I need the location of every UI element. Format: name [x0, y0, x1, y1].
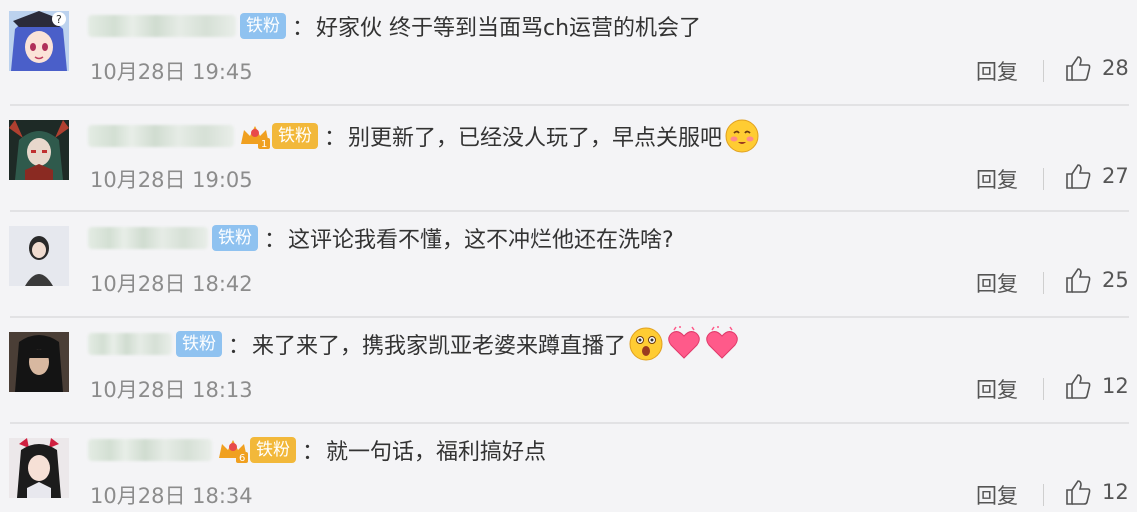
svg-text:1: 1: [261, 139, 267, 150]
avatar[interactable]: ?: [9, 11, 69, 71]
comment-text: 就一句话，福利搞好点: [326, 440, 547, 465]
colon: ：: [292, 16, 315, 41]
fan-badge[interactable]: 铁粉: [176, 331, 222, 357]
reply-button[interactable]: 回复: [976, 480, 1018, 510]
comment-time: 10月28日 18:34: [90, 484, 253, 508]
dark-hair-avatar-icon: [9, 332, 69, 392]
svg-text:?: ?: [56, 13, 62, 26]
like-count: 12: [1102, 480, 1129, 504]
comment-time: 10月28日 19:45: [90, 60, 253, 84]
comment-text: 这评论我看不懂，这不冲烂他还在洗啥?: [288, 228, 674, 253]
cosplay-avatar-icon: [9, 438, 69, 498]
avatar[interactable]: [9, 120, 69, 180]
comment-item: 6 铁粉 ： 就一句话，福利搞好点 10月28日 18:34 回复 12: [0, 424, 1137, 512]
username-blurred[interactable]: [88, 227, 208, 249]
reply-button[interactable]: 回复: [976, 56, 1018, 86]
comment-time: 10月28日 19:05: [90, 168, 253, 192]
comment-line: 6 铁粉 ： 就一句话，福利搞好点: [88, 432, 546, 468]
fan-badge[interactable]: 铁粉: [272, 123, 318, 149]
reply-button[interactable]: 回复: [976, 374, 1018, 404]
blush-face-emoji-icon: [725, 119, 759, 153]
crown-icon: 1: [241, 126, 270, 150]
comment-time: 10月28日 18:42: [90, 272, 253, 296]
avatar[interactable]: [9, 332, 69, 392]
divider: [1043, 168, 1044, 190]
like-count: 27: [1102, 164, 1129, 188]
divider: [1043, 484, 1044, 506]
comment-item: 铁粉 ： 这评论我看不懂，这不冲烂他还在洗啥? 10月28日 18:42 回复 …: [0, 212, 1137, 318]
username-blurred[interactable]: [88, 333, 172, 355]
colon: ：: [264, 228, 287, 253]
thumbs-up-icon[interactable]: [1064, 54, 1092, 82]
like-count: 12: [1102, 374, 1129, 398]
thumbs-up-icon[interactable]: [1064, 372, 1092, 400]
username-blurred[interactable]: [88, 15, 236, 37]
fan-badge[interactable]: 铁粉: [240, 13, 286, 39]
reply-button[interactable]: 回复: [976, 164, 1018, 194]
thumbs-up-icon[interactable]: [1064, 478, 1092, 506]
thumbs-up-icon[interactable]: [1064, 266, 1092, 294]
heart-emoji-icon: [706, 326, 738, 359]
comment-list: ? 铁粉 ： 好家伙 终于等到当面骂ch运营的机会了 10月28日 19:45 …: [0, 0, 1137, 512]
avatar[interactable]: [9, 438, 69, 498]
fan-badge[interactable]: 铁粉: [212, 225, 258, 251]
comment-line: 铁粉 ： 来了来了，携我家凯亚老婆来蹲直播了: [88, 326, 740, 362]
divider: [1043, 272, 1044, 294]
surprised-face-emoji-icon: [629, 327, 663, 361]
comment-line: 铁粉 ： 这评论我看不懂，这不冲烂他还在洗啥?: [88, 220, 674, 256]
comment-line: 铁粉 ： 好家伙 终于等到当面骂ch运营的机会了: [88, 8, 701, 44]
thumbs-up-icon[interactable]: [1064, 162, 1092, 190]
like-count: 25: [1102, 268, 1129, 292]
reply-button[interactable]: 回复: [976, 268, 1018, 298]
anime-girl-avatar-icon: ?: [9, 11, 69, 71]
comment-text: 来了来了，携我家凯亚老婆来蹲直播了: [252, 334, 627, 359]
comment-item: 铁粉 ： 来了来了，携我家凯亚老婆来蹲直播了 10月28日 18:13 回复 1…: [0, 318, 1137, 424]
divider: [1043, 60, 1044, 82]
username-blurred[interactable]: [88, 439, 212, 461]
svg-text:6: 6: [239, 453, 245, 464]
comment-time: 10月28日 18:13: [90, 378, 253, 402]
avatar[interactable]: [9, 226, 69, 286]
divider: [1043, 378, 1044, 400]
colon: ：: [228, 334, 251, 359]
username-blurred[interactable]: [88, 125, 234, 147]
photo-avatar-icon: [9, 226, 69, 286]
comment-line: 1 铁粉 ： 别更新了，已经没人玩了，早点关服吧: [88, 118, 760, 154]
like-count: 28: [1102, 56, 1129, 80]
comment-text: 好家伙 终于等到当面骂ch运营的机会了: [316, 16, 702, 41]
colon: ：: [302, 440, 325, 465]
crown-icon: 6: [219, 440, 248, 464]
heart-emoji-icon: [668, 326, 700, 359]
comment-item: ? 铁粉 ： 好家伙 终于等到当面骂ch运营的机会了 10月28日 19:45 …: [0, 0, 1137, 106]
colon: ：: [324, 126, 347, 151]
fan-badge[interactable]: 铁粉: [250, 437, 296, 463]
comment-item: 1 铁粉 ： 别更新了，已经没人玩了，早点关服吧 10月28日 19:05 回复…: [0, 106, 1137, 212]
comment-text: 别更新了，已经没人玩了，早点关服吧: [348, 126, 723, 151]
dark-character-avatar-icon: [9, 120, 69, 180]
